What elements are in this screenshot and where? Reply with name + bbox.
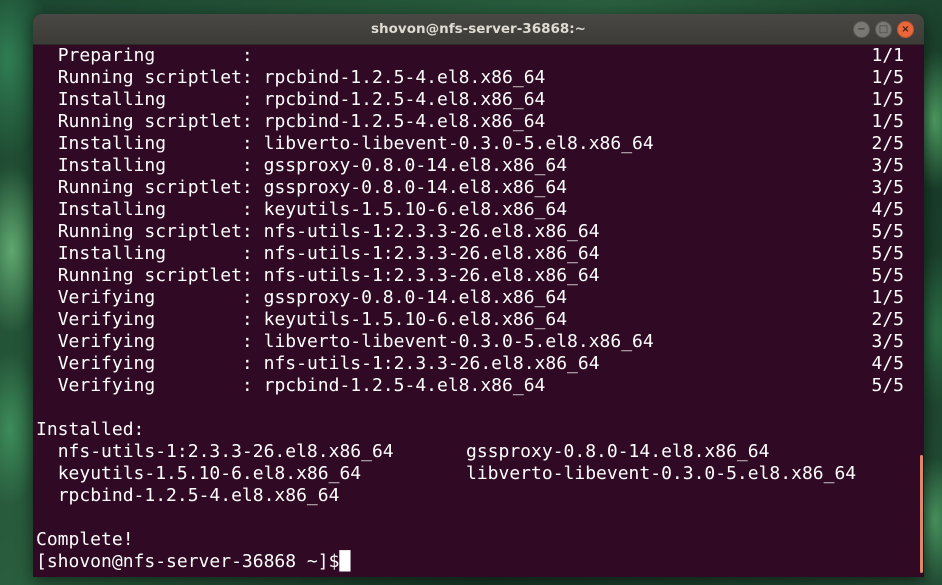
complete-message: Complete!: [36, 529, 134, 550]
transaction-line: Running scriptlet: nfs-utils-1:2.3.3-26.…: [36, 221, 924, 243]
transaction-line: Running scriptlet: nfs-utils-1:2.3.3-26.…: [36, 265, 924, 287]
installed-package: nfs-utils-1:2.3.3-26.el8.x86_64: [57, 441, 394, 462]
minimize-button[interactable]: −: [853, 21, 870, 38]
transaction-progress: 1/1: [871, 45, 904, 66]
transaction-progress: 4/5: [871, 353, 904, 374]
transaction-progress: 3/5: [871, 177, 904, 198]
transaction-progress: 4/5: [871, 199, 904, 220]
transaction-line: Verifying : rpcbind-1.2.5-4.el8.x86_64 5/…: [36, 375, 924, 397]
transaction-progress: 5/5: [871, 375, 904, 396]
transaction-progress: 2/5: [871, 309, 904, 330]
installed-row: nfs-utils-1:2.3.3-26.el8.x86_64 gssproxy-…: [36, 441, 924, 463]
transaction-action: Running scriptlet:: [57, 111, 253, 132]
transaction-line: Verifying : libverto-libevent-0.3.0-5.el…: [36, 331, 924, 353]
transaction-action: Running scriptlet:: [57, 265, 253, 286]
transaction-line: Verifying : keyutils-1.5.10-6.el8.x86_64…: [36, 309, 924, 331]
transaction-progress: 5/5: [871, 243, 904, 264]
transaction-action: Verifying :: [57, 331, 253, 352]
shell-prompt: [shovon@nfs-server-36868 ~]$: [36, 551, 340, 572]
transaction-action: Installing :: [57, 243, 253, 264]
transaction-line: Installing : nfs-utils-1:2.3.3-26.el8.x8…: [36, 243, 924, 265]
transaction-line: Running scriptlet: rpcbind-1.2.5-4.el8.x…: [36, 111, 924, 133]
transaction-action: Preparing :: [57, 45, 253, 66]
transaction-progress: 1/5: [871, 111, 904, 132]
prompt-line[interactable]: [shovon@nfs-server-36868 ~]$█: [36, 551, 924, 573]
transaction-action: Installing :: [57, 199, 253, 220]
transaction-package: gssproxy-0.8.0-14.el8.x86_64: [252, 177, 568, 198]
transaction-package: rpcbind-1.2.5-4.el8.x86_64: [252, 375, 546, 396]
transaction-package: nfs-utils-1:2.3.3-26.el8.x86_64: [252, 221, 600, 242]
transaction-progress: 3/5: [871, 331, 904, 352]
installed-package: gssproxy-0.8.0-14.el8.x86_64: [466, 441, 770, 462]
transaction-line: Running scriptlet: rpcbind-1.2.5-4.el8.x…: [36, 67, 924, 89]
transaction-line: Running scriptlet: gssproxy-0.8.0-14.el8…: [36, 177, 924, 199]
transaction-progress: 3/5: [871, 155, 904, 176]
cursor: █: [339, 551, 351, 572]
transaction-line: Installing : libverto-libevent-0.3.0-5.e…: [36, 133, 924, 155]
transaction-package: gssproxy-0.8.0-14.el8.x86_64: [252, 155, 568, 176]
installed-header: Installed:: [36, 419, 145, 440]
terminal-window: shovon@nfs-server-36868:~ − □ × Preparin…: [33, 14, 924, 577]
transaction-progress: 1/5: [871, 89, 904, 110]
transaction-package: keyutils-1.5.10-6.el8.x86_64: [252, 199, 568, 220]
transaction-progress: 2/5: [871, 133, 904, 154]
installed-row: keyutils-1.5.10-6.el8.x86_64 libverto-lib…: [36, 463, 924, 485]
transaction-action: Installing :: [57, 89, 253, 110]
transaction-line: Installing : gssproxy-0.8.0-14.el8.x86_6…: [36, 155, 924, 177]
transaction-progress: 1/5: [871, 287, 904, 308]
transaction-package: rpcbind-1.2.5-4.el8.x86_64: [252, 111, 546, 132]
transaction-package: rpcbind-1.2.5-4.el8.x86_64: [252, 67, 546, 88]
transaction-progress: 1/5: [871, 67, 904, 88]
transaction-action: Installing :: [57, 133, 253, 154]
terminal-output[interactable]: Preparing : 1/1 Running scriptlet: rpcbin…: [33, 45, 924, 577]
title-bar[interactable]: shovon@nfs-server-36868:~ − □ ×: [33, 14, 924, 45]
installed-row: rpcbind-1.2.5-4.el8.x86_64: [36, 485, 924, 507]
transaction-package: gssproxy-0.8.0-14.el8.x86_64: [252, 287, 568, 308]
transaction-package: nfs-utils-1:2.3.3-26.el8.x86_64: [252, 243, 600, 264]
transaction-action: Running scriptlet:: [57, 221, 253, 242]
transaction-line: Preparing : 1/1: [36, 45, 924, 67]
transaction-progress: 5/5: [871, 265, 904, 286]
transaction-action: Verifying :: [57, 353, 253, 374]
transaction-action: Running scriptlet:: [57, 67, 253, 88]
maximize-button[interactable]: □: [875, 21, 892, 38]
installed-package: libverto-libevent-0.3.0-5.el8.x86_64: [466, 463, 857, 484]
transaction-line: Verifying : gssproxy-0.8.0-14.el8.x86_64…: [36, 287, 924, 309]
transaction-package: rpcbind-1.2.5-4.el8.x86_64: [252, 89, 546, 110]
transaction-package: libverto-libevent-0.3.0-5.el8.x86_64: [252, 133, 654, 154]
transaction-action: Installing :: [57, 155, 253, 176]
transaction-line: Installing : rpcbind-1.2.5-4.el8.x86_64 1…: [36, 89, 924, 111]
transaction-line: Installing : keyutils-1.5.10-6.el8.x86_6…: [36, 199, 924, 221]
scrollbar[interactable]: [920, 455, 923, 573]
window-title: shovon@nfs-server-36868:~: [371, 21, 586, 37]
transaction-action: Verifying :: [57, 309, 253, 330]
close-button[interactable]: ×: [897, 21, 914, 38]
installed-package: rpcbind-1.2.5-4.el8.x86_64: [57, 485, 340, 506]
transaction-package: nfs-utils-1:2.3.3-26.el8.x86_64: [252, 265, 600, 286]
transaction-package: libverto-libevent-0.3.0-5.el8.x86_64: [252, 331, 654, 352]
installed-package: keyutils-1.5.10-6.el8.x86_64: [57, 463, 362, 484]
transaction-line: Verifying : nfs-utils-1:2.3.3-26.el8.x86…: [36, 353, 924, 375]
transaction-action: Verifying :: [57, 287, 253, 308]
transaction-package: nfs-utils-1:2.3.3-26.el8.x86_64: [252, 353, 600, 374]
transaction-action: Verifying :: [57, 375, 253, 396]
transaction-progress: 5/5: [871, 221, 904, 242]
window-controls: − □ ×: [853, 21, 914, 38]
transaction-action: Running scriptlet:: [57, 177, 253, 198]
transaction-package: keyutils-1.5.10-6.el8.x86_64: [252, 309, 568, 330]
